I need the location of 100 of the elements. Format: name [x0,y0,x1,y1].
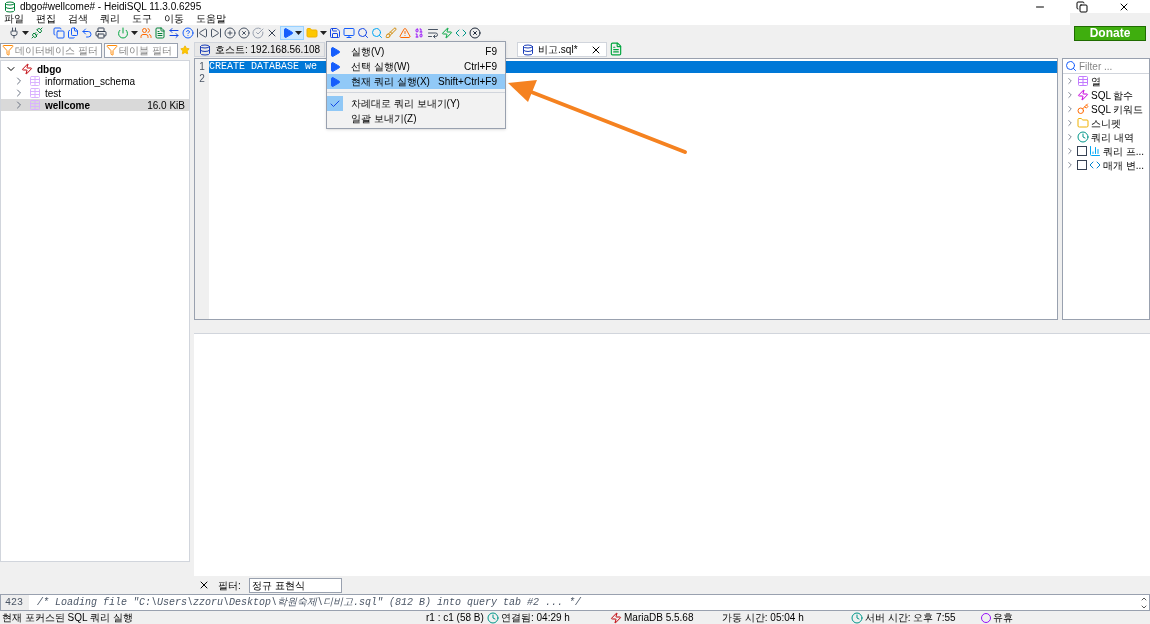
app-icon [4,0,16,13]
close-icon[interactable] [198,579,210,591]
table-filter-field[interactable]: 테이블 필터 [104,42,178,58]
tree-item[interactable]: dbgo [37,61,62,77]
run-icon [329,60,341,73]
warning-icon[interactable] [399,27,411,39]
menu-item[interactable]: 파일 [4,13,24,25]
database-filter-field[interactable]: 데이터베이스 필터 [0,42,102,58]
caret-icon[interactable] [295,31,302,35]
code-icon [1089,159,1101,171]
code-line: CREATE DATABASE we [209,61,318,72]
filter-field[interactable]: 정규 표현식 [248,577,342,593]
copy-icon[interactable] [53,27,65,39]
helper-filter-field[interactable]: Filter ... [1079,58,1149,74]
undo-icon[interactable] [81,27,93,39]
checkbox[interactable] [1077,160,1087,170]
run-icon [329,45,341,58]
caret-icon[interactable] [22,31,29,35]
tree-item[interactable]: information_schema [1,75,189,87]
helper-item[interactable]: 열 [1091,73,1101,89]
lightning-icon [1077,89,1089,101]
transfer-icon[interactable] [168,27,180,39]
status-text: 연결됨: 04:29 h [501,611,570,624]
tree-item[interactable]: test [1,87,189,99]
binary-icon[interactable] [413,27,425,39]
document-icon[interactable] [154,27,166,39]
helper-item[interactable]: 쿼리 프... [1103,143,1145,159]
brush-icon[interactable] [385,27,397,39]
run-icon[interactable] [282,27,294,39]
status-text: 유휴 [993,611,1013,624]
helper-item[interactable]: 쿼리 내역 [1091,129,1134,145]
files-icon[interactable] [67,27,79,39]
tab-icon [522,43,535,56]
helper-item[interactable]: SQL 키워드 [1091,101,1144,117]
database-icon [29,87,41,99]
status-text: r1 : c1 (58 B) [425,611,485,624]
last-icon[interactable] [210,27,222,39]
menu-item[interactable]: 쿼리 [100,13,120,25]
menu-item[interactable]: 차례대로 쿼리 보내기(Y) [327,96,505,111]
server-icon [610,611,622,624]
close-icon[interactable] [469,27,481,39]
first-icon[interactable] [196,27,208,39]
menu-item[interactable]: 선택 실행(W) Ctrl+F9 [327,59,505,74]
save-icon[interactable] [329,27,341,39]
helper-item[interactable]: 스니펫 [1091,115,1121,131]
filter-icon [2,44,14,56]
tab-icon [199,43,211,56]
query-tab[interactable]: 호스트: 192.168.56.108 [194,42,326,57]
help-icon[interactable] [182,27,194,39]
database-icon [29,99,41,111]
log-line: /* Loading file "C:\Users\zzoru\Desktop\학원숙제\디비고.sql" (812 B) into query tab #2 ... */ [37,596,582,610]
caret-icon[interactable] [131,31,138,35]
line-number: 423 [1,595,29,610]
menu-item[interactable]: 일괄 보내기(Z) [327,111,505,126]
menu-item[interactable]: 편집 [36,13,56,25]
key-icon [1077,103,1089,115]
status-text: 현재 포커스된 SQL 쿼리 실행 [1,611,134,624]
menu-item[interactable]: 도구 [132,13,152,25]
menu-item[interactable]: 검색 [68,13,88,25]
cancel-icon[interactable] [238,27,250,39]
tree-item[interactable]: wellcome 16.0 KiB [1,99,189,111]
clock-icon [851,611,863,624]
menu-item[interactable]: 이동 [164,13,184,25]
plug-icon[interactable] [31,27,43,39]
wrap-icon[interactable] [427,27,439,39]
search-icon [1065,60,1077,72]
run-button[interactable] [280,26,304,40]
status-text: 서버 시간: 오후 7:55 [865,611,956,624]
printer-icon[interactable] [95,27,107,39]
search-icon[interactable] [357,27,369,39]
star-icon[interactable] [180,43,190,57]
monitor-icon[interactable] [343,27,355,39]
line-number: 1 [198,61,206,73]
clock-icon [1077,131,1089,143]
status-text: MariaDB 5.5.68 [624,611,694,624]
caret-icon[interactable] [320,31,327,35]
new-tab-icon[interactable] [608,42,623,56]
plug-icon[interactable] [8,27,20,39]
server-icon [21,63,33,75]
check-icon[interactable] [252,27,264,39]
close-icon[interactable] [266,27,278,39]
database-icon [29,75,41,87]
columns-icon [1077,75,1089,87]
plus-icon[interactable] [224,27,236,39]
query-tab[interactable]: 비고.sql* [517,42,607,57]
checkbox[interactable] [1077,146,1087,156]
helper-item[interactable]: SQL 함수 [1091,87,1134,103]
folder-icon [1077,117,1089,129]
filter-label: 필터: [218,578,241,593]
window-title: dbgo#wellcome# - HeidiSQL 11.3.0.6295 [20,0,202,13]
line-number: 2 [198,73,206,85]
menu-item[interactable]: 도움말 [196,13,226,25]
chart-icon [1089,145,1101,157]
menu-item[interactable]: 현재 쿼리 실행(X) Shift+Ctrl+F9 [327,74,505,89]
helper-item[interactable]: 매개 변... [1103,157,1145,173]
run-icon [329,75,341,88]
restore-icon[interactable] [1076,0,1088,13]
menu-item[interactable]: 실행(V) F9 [327,44,505,59]
clock-icon [487,611,499,624]
status-text: 가동 시간: 05:04 h [721,611,805,624]
